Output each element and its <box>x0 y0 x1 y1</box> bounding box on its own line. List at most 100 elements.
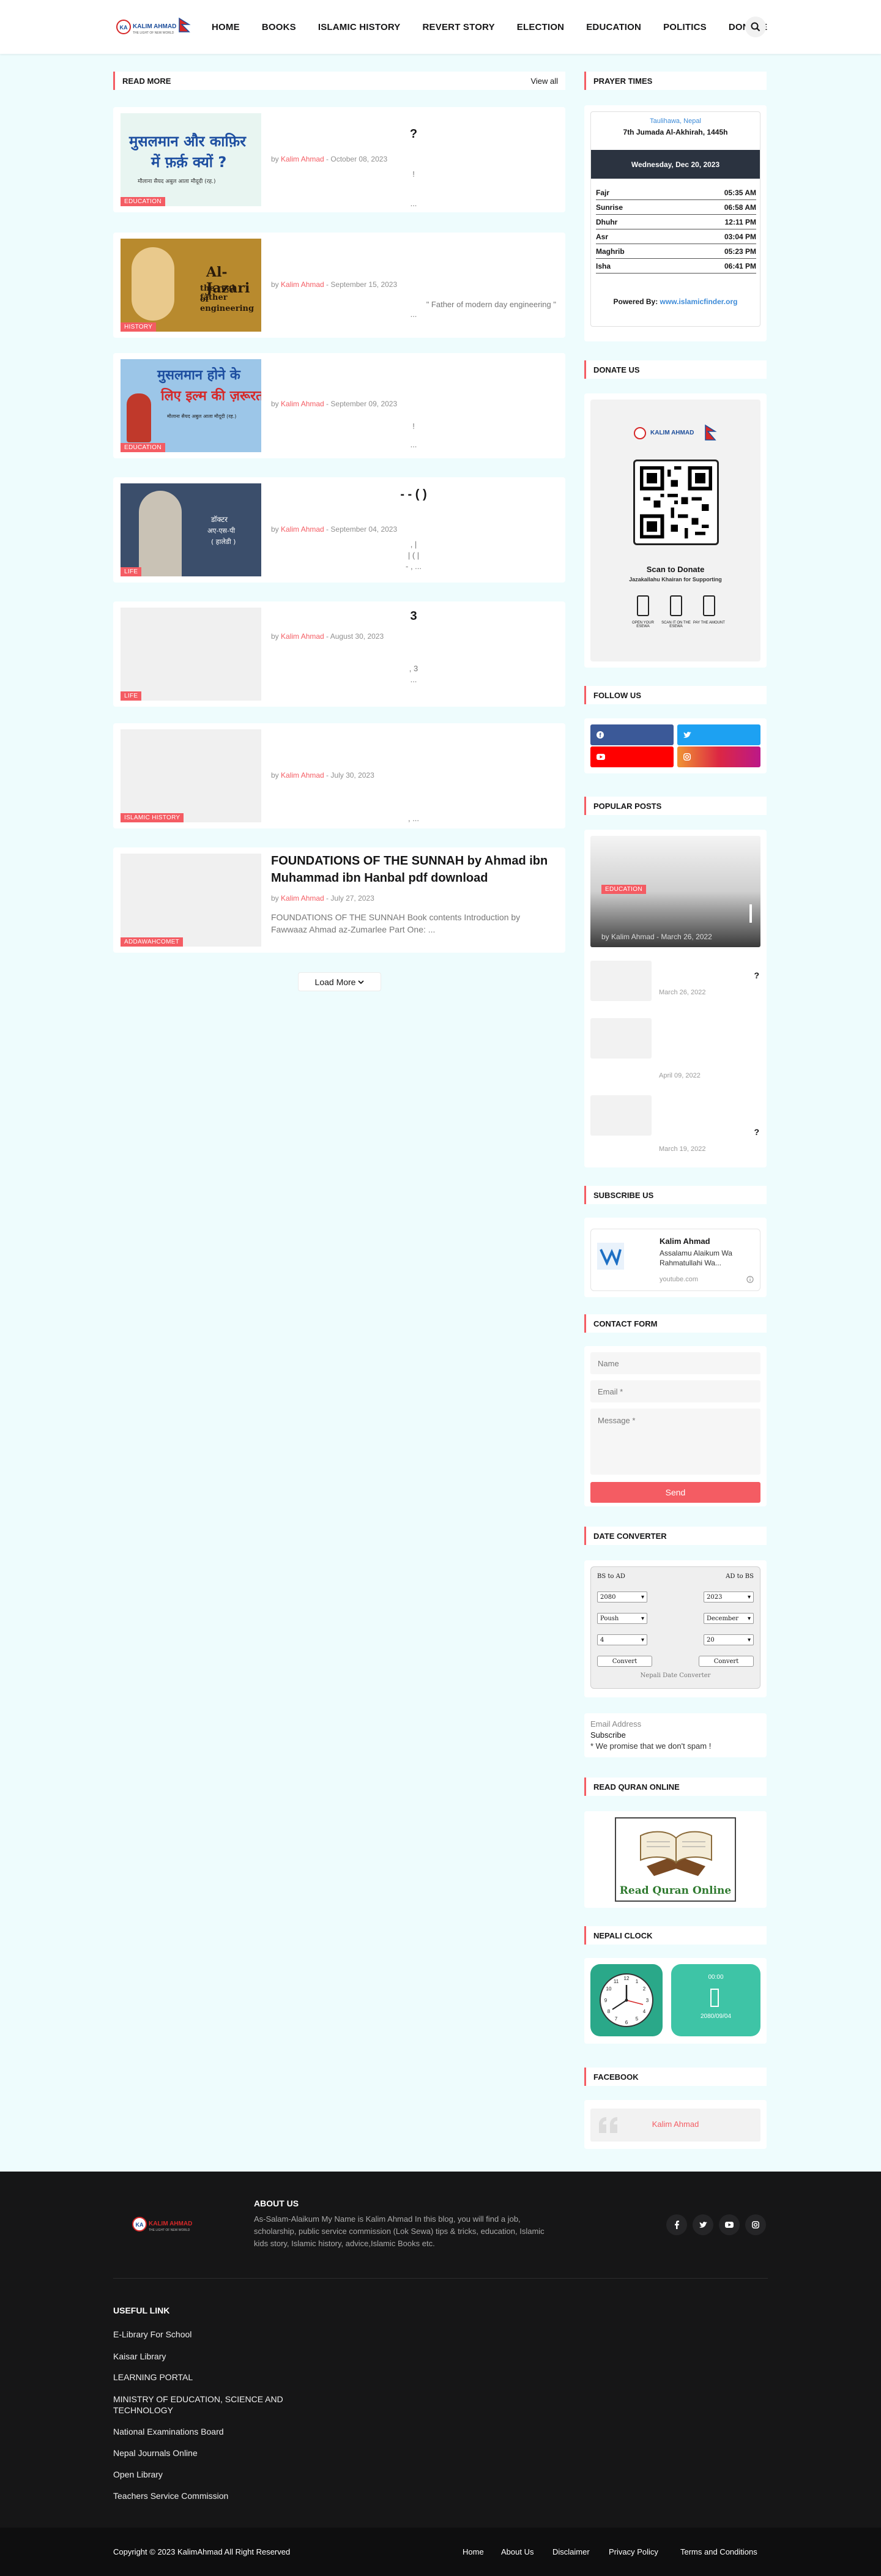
bs-month-select[interactable]: Poush ▾ <box>597 1613 647 1624</box>
read-quran-banner[interactable]: Read Quran Online <box>615 1817 736 1902</box>
bottom-link-disclaimer[interactable]: Disclaimer <box>552 2547 590 2556</box>
post-card[interactable]: ADDAWAHCOMET FOUNDATIONS OF THE SUNNAH b… <box>113 847 565 953</box>
post-author[interactable]: Kalim Ahmad <box>281 894 324 903</box>
message-field[interactable]: Message * <box>590 1409 760 1475</box>
category-badge[interactable]: ISLAMIC HISTORY <box>121 813 184 822</box>
category-badge[interactable]: ADDAWAHCOMET <box>121 937 184 947</box>
post-author[interactable]: Kalim Ahmad <box>281 155 324 163</box>
nav-books[interactable]: BOOKS <box>262 21 296 34</box>
bottom-link-privacy[interactable]: Privacy Policy <box>609 2547 658 2556</box>
post-author[interactable]: Kalim Ahmad <box>281 525 324 534</box>
post-title[interactable]: FOUNDATIONS OF THE SUNNAH by Ahmad ibn M… <box>271 852 556 887</box>
footer-link[interactable]: Teachers Service Commission <box>113 2490 297 2501</box>
post-card[interactable]: डॉक्टर अए-एस-पी ( हालेडी ) LIFE - - ( ) … <box>113 477 565 583</box>
youtube-link[interactable] <box>590 746 674 767</box>
category-badge[interactable]: LIFE <box>121 691 142 701</box>
post-author[interactable]: Kalim Ahmad <box>281 400 324 408</box>
footer-link[interactable]: LEARNING PORTAL <box>113 2372 297 2383</box>
category-badge[interactable]: LIFE <box>121 567 142 576</box>
nav-home[interactable]: HOME <box>212 21 240 34</box>
featured-popular-post[interactable]: EDUCATION by Kalim Ahmad - March 26, 202… <box>590 836 760 947</box>
view-all-link[interactable]: View all <box>530 76 558 86</box>
donate-card[interactable]: KALIM AHMAD Scan to Donate Jazakallahu K… <box>590 400 760 661</box>
post-card[interactable]: Al-Jazari the real father of engineering… <box>113 233 565 338</box>
ad-year-select[interactable]: 2023 ▾ <box>704 1591 754 1603</box>
popular-post-item[interactable]: April 09, 2022 <box>590 1018 760 1079</box>
popular-post-item[interactable]: ? March 26, 2022 <box>590 961 760 1010</box>
popular-post-item[interactable]: ? March 19, 2022 <box>590 1095 760 1153</box>
post-thumbnail[interactable]: LIFE <box>121 608 261 701</box>
post-thumbnail[interactable]: डॉक्टर अए-एस-पी ( हालेडी ) LIFE <box>121 483 261 576</box>
newsletter-subscribe-button[interactable]: Subscribe <box>590 1730 626 1740</box>
bottom-link-home[interactable]: Home <box>463 2547 484 2556</box>
converter-footer[interactable]: Nepali Date Converter <box>591 1672 760 1679</box>
footer-twitter-link[interactable] <box>693 2214 713 2235</box>
ad-day-select[interactable]: 20 ▾ <box>704 1634 754 1645</box>
footer-link[interactable]: National Examinations Board <box>113 2426 297 2437</box>
channel-name[interactable]: Kalim Ahmad <box>660 1237 710 1246</box>
popular-thumb[interactable] <box>590 1018 652 1059</box>
category-badge[interactable]: EDUCATION <box>121 443 165 452</box>
info-icon[interactable] <box>746 1276 754 1283</box>
popular-title[interactable]: ? <box>659 1127 759 1137</box>
post-thumbnail[interactable]: ADDAWAHCOMET <box>121 854 261 947</box>
post-author[interactable]: Kalim Ahmad <box>281 771 324 780</box>
post-card[interactable]: LIFE 3 by Kalim Ahmad - August 30, 2023 … <box>113 601 565 707</box>
site-logo[interactable]: KA KALIM AHMAD THE LIGHT OF NEW WORLD <box>116 16 191 38</box>
powered-link[interactable]: www.islamicfinder.org <box>660 297 738 306</box>
category-badge[interactable]: EDUCATION <box>601 885 646 894</box>
post-author[interactable]: Kalim Ahmad <box>281 280 324 289</box>
bottom-link-about[interactable]: About Us <box>501 2547 533 2556</box>
post-thumbnail[interactable]: ISLAMIC HISTORY <box>121 729 261 822</box>
facebook-page-name[interactable]: Kalim Ahmad <box>590 2120 760 2129</box>
category-badge[interactable]: EDUCATION <box>121 197 165 206</box>
convert-ad-button[interactable]: Convert <box>699 1656 754 1667</box>
footer-youtube-link[interactable] <box>719 2214 740 2235</box>
footer-link[interactable]: Kaisar Library <box>113 2351 297 2362</box>
popular-thumb[interactable] <box>590 1095 652 1136</box>
convert-bs-button[interactable]: Convert <box>597 1656 652 1667</box>
post-title[interactable]: 3 <box>271 608 556 625</box>
instagram-link[interactable] <box>677 746 760 767</box>
name-field[interactable]: Name <box>590 1352 760 1374</box>
nav-education[interactable]: EDUCATION <box>586 21 641 34</box>
bs-year-select[interactable]: 2080 ▾ <box>597 1591 647 1603</box>
footer-link[interactable]: MINISTRY OF EDUCATION, SCIENCE AND TECHN… <box>113 2394 297 2416</box>
post-author[interactable]: Kalim Ahmad <box>281 632 324 641</box>
post-card[interactable]: मुसलमान और काफ़िर में फ़र्क़ क्यों ? मौल… <box>113 107 565 212</box>
footer-link[interactable]: Open Library <box>113 2469 297 2480</box>
bs-day-select[interactable]: 4 ▾ <box>597 1634 647 1645</box>
post-thumbnail[interactable]: Al-Jazari the real father of engineering… <box>121 239 261 332</box>
youtube-channel-card[interactable]: Kalim Ahmad Assalamu Alaikum Wa Rahmatul… <box>590 1229 760 1291</box>
footer-logo[interactable]: KA KALIM AHMAD THE LIGHT OF NEW WORLD <box>132 2213 207 2235</box>
bottom-link-terms[interactable]: Terms and Conditions <box>680 2547 757 2556</box>
nav-islamic-history[interactable]: ISLAMIC HISTORY <box>318 21 401 34</box>
post-title[interactable]: ? <box>271 125 556 143</box>
load-more-button[interactable]: Load More <box>298 972 381 991</box>
facebook-link[interactable]: f <box>590 724 674 745</box>
post-card[interactable]: मुसलमान होने के लिए इल्म की ज़रूरत मौलान… <box>113 353 565 458</box>
popular-thumb[interactable] <box>590 961 652 1001</box>
post-thumbnail[interactable]: मुसलमान होने के लिए इल्म की ज़रूरत मौलान… <box>121 359 261 452</box>
footer-instagram-link[interactable] <box>745 2214 766 2235</box>
footer-link[interactable]: Nepal Journals Online <box>113 2448 297 2459</box>
nav-election[interactable]: ELECTION <box>517 21 564 34</box>
facebook-page-card[interactable]: Kalim Ahmad <box>590 2109 760 2142</box>
popular-title[interactable]: ? <box>659 970 759 980</box>
post-card[interactable]: ISLAMIC HISTORY by Kalim Ahmad - July 30… <box>113 723 565 828</box>
search-button[interactable] <box>745 17 766 37</box>
twitter-link[interactable] <box>677 724 760 745</box>
send-button[interactable]: Send <box>590 1482 760 1503</box>
popular-posts-widget: EDUCATION by Kalim Ahmad - March 26, 202… <box>584 830 767 1167</box>
footer-link[interactable]: E-Library For School <box>113 2329 297 2340</box>
ad-month-select[interactable]: December ▾ <box>704 1613 754 1624</box>
nav-politics[interactable]: POLITICS <box>663 21 707 34</box>
post-author[interactable]: Kalim Ahmad <box>611 932 655 941</box>
newsletter-email-input[interactable]: Email Address <box>590 1719 641 1729</box>
post-title[interactable]: - - ( ) <box>271 486 556 504</box>
category-badge[interactable]: HISTORY <box>121 322 157 332</box>
post-thumbnail[interactable]: मुसलमान और काफ़िर में फ़र्क़ क्यों ? मौल… <box>121 113 261 206</box>
nav-revert-story[interactable]: REVERT STORY <box>423 21 495 34</box>
footer-facebook-link[interactable] <box>666 2214 687 2235</box>
email-field[interactable]: Email * <box>590 1380 760 1402</box>
